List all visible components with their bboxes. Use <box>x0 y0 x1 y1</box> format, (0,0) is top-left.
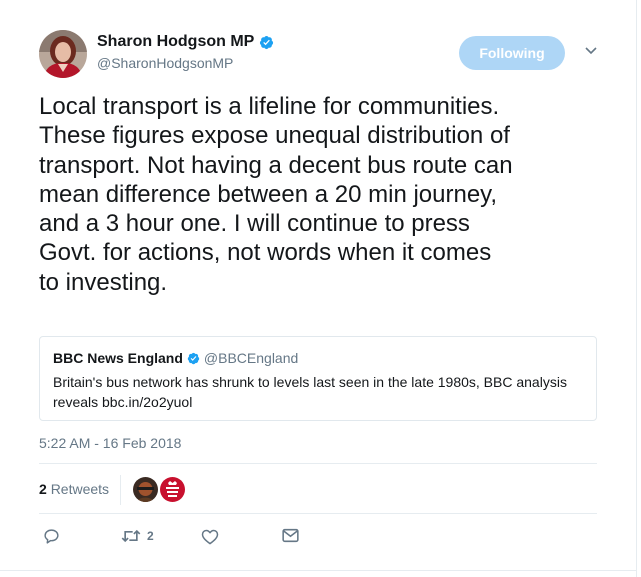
author-avatar[interactable] <box>39 30 87 78</box>
quoted-author-handle: @BBCEngland <box>203 350 299 366</box>
retweet-stat-count: 2 <box>39 481 47 497</box>
tweet-text: Local transport is a lifeline for commun… <box>39 93 513 296</box>
quoted-author-name: BBC News England <box>53 350 183 366</box>
retweet-icon <box>121 529 141 543</box>
retweet-count: 2 <box>147 529 154 543</box>
verified-badge-icon <box>260 35 274 49</box>
direct-message-button[interactable] <box>282 528 299 543</box>
reply-icon <box>44 529 59 544</box>
card-border-bottom <box>0 570 637 571</box>
direct-message-icon <box>282 528 299 543</box>
divider <box>39 463 597 464</box>
quoted-tweet-text: Britain's bus network has shrunk to leve… <box>53 374 567 410</box>
stats-divider <box>120 475 121 505</box>
divider <box>39 513 597 514</box>
retweet-button[interactable]: 2 <box>121 528 154 544</box>
retweeter-avatar[interactable] <box>160 477 185 502</box>
following-button[interactable]: Following <box>459 36 565 70</box>
like-icon <box>201 529 219 545</box>
card-border-right <box>636 0 637 577</box>
retweet-stats[interactable]: 2 Retweets <box>39 481 109 497</box>
like-button[interactable] <box>201 528 219 545</box>
author-handle[interactable]: @SharonHodgsonMP <box>97 55 233 71</box>
reply-button[interactable] <box>43 528 60 545</box>
chevron-down-icon[interactable] <box>584 46 598 56</box>
verified-badge-icon <box>187 352 200 364</box>
quoted-tweet[interactable]: BBC News England @BBCEngland Britain's b… <box>39 336 597 421</box>
retweeter-avatar[interactable] <box>133 477 158 502</box>
retweet-stat-label: Retweets <box>50 481 110 497</box>
author-name[interactable]: Sharon Hodgson MP <box>97 33 254 51</box>
tweet-timestamp[interactable]: 5:22 AM - 16 Feb 2018 <box>39 435 181 451</box>
